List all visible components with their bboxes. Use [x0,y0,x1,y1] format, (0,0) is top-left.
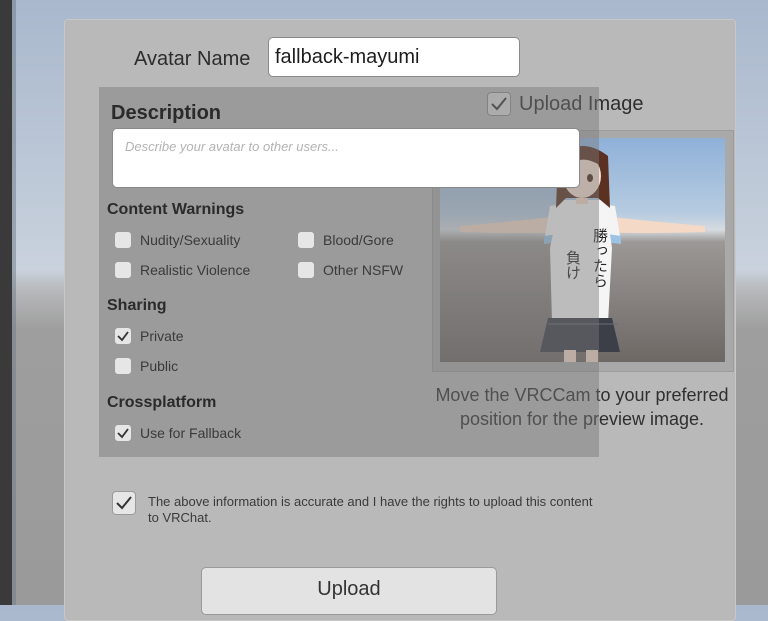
other-nsfw-checkbox[interactable] [297,261,315,279]
realistic-violence-checkbox[interactable] [114,261,132,279]
use-for-fallback-label: Use for Fallback [140,425,242,441]
rights-confirm-checkbox[interactable] [112,491,136,515]
checkmark-icon [117,428,129,439]
scene-edge-light [12,0,16,605]
other-nsfw-label: Other NSFW [323,262,404,278]
scene-edge-dark [0,0,12,605]
rights-confirm-text: The above information is accurate and I … [148,494,593,525]
upload-button[interactable]: Upload [201,567,497,615]
realistic-violence-label: Realistic Violence [140,262,251,278]
nudity-checkbox[interactable] [114,231,132,249]
checkmark-icon [117,331,129,342]
description-input[interactable]: Describe your avatar to other users... [112,128,580,188]
private-checkbox[interactable] [114,327,132,345]
avatar-name-label: Avatar Name [134,48,251,70]
description-title: Description [111,102,222,124]
checkmark-icon [116,496,132,510]
private-label: Private [140,328,184,344]
content-warnings-title: Content Warnings [107,201,245,218]
sharing-title: Sharing [107,297,167,314]
blood-gore-label: Blood/Gore [323,232,394,248]
public-label: Public [140,358,179,374]
use-for-fallback-checkbox[interactable] [114,424,132,442]
public-checkbox[interactable] [114,357,132,375]
avatar-name-input[interactable]: fallback-mayumi [268,37,520,77]
nudity-label: Nudity/Sexuality [140,232,241,248]
crossplatform-title: Crossplatform [107,394,217,411]
blood-gore-checkbox[interactable] [297,231,315,249]
